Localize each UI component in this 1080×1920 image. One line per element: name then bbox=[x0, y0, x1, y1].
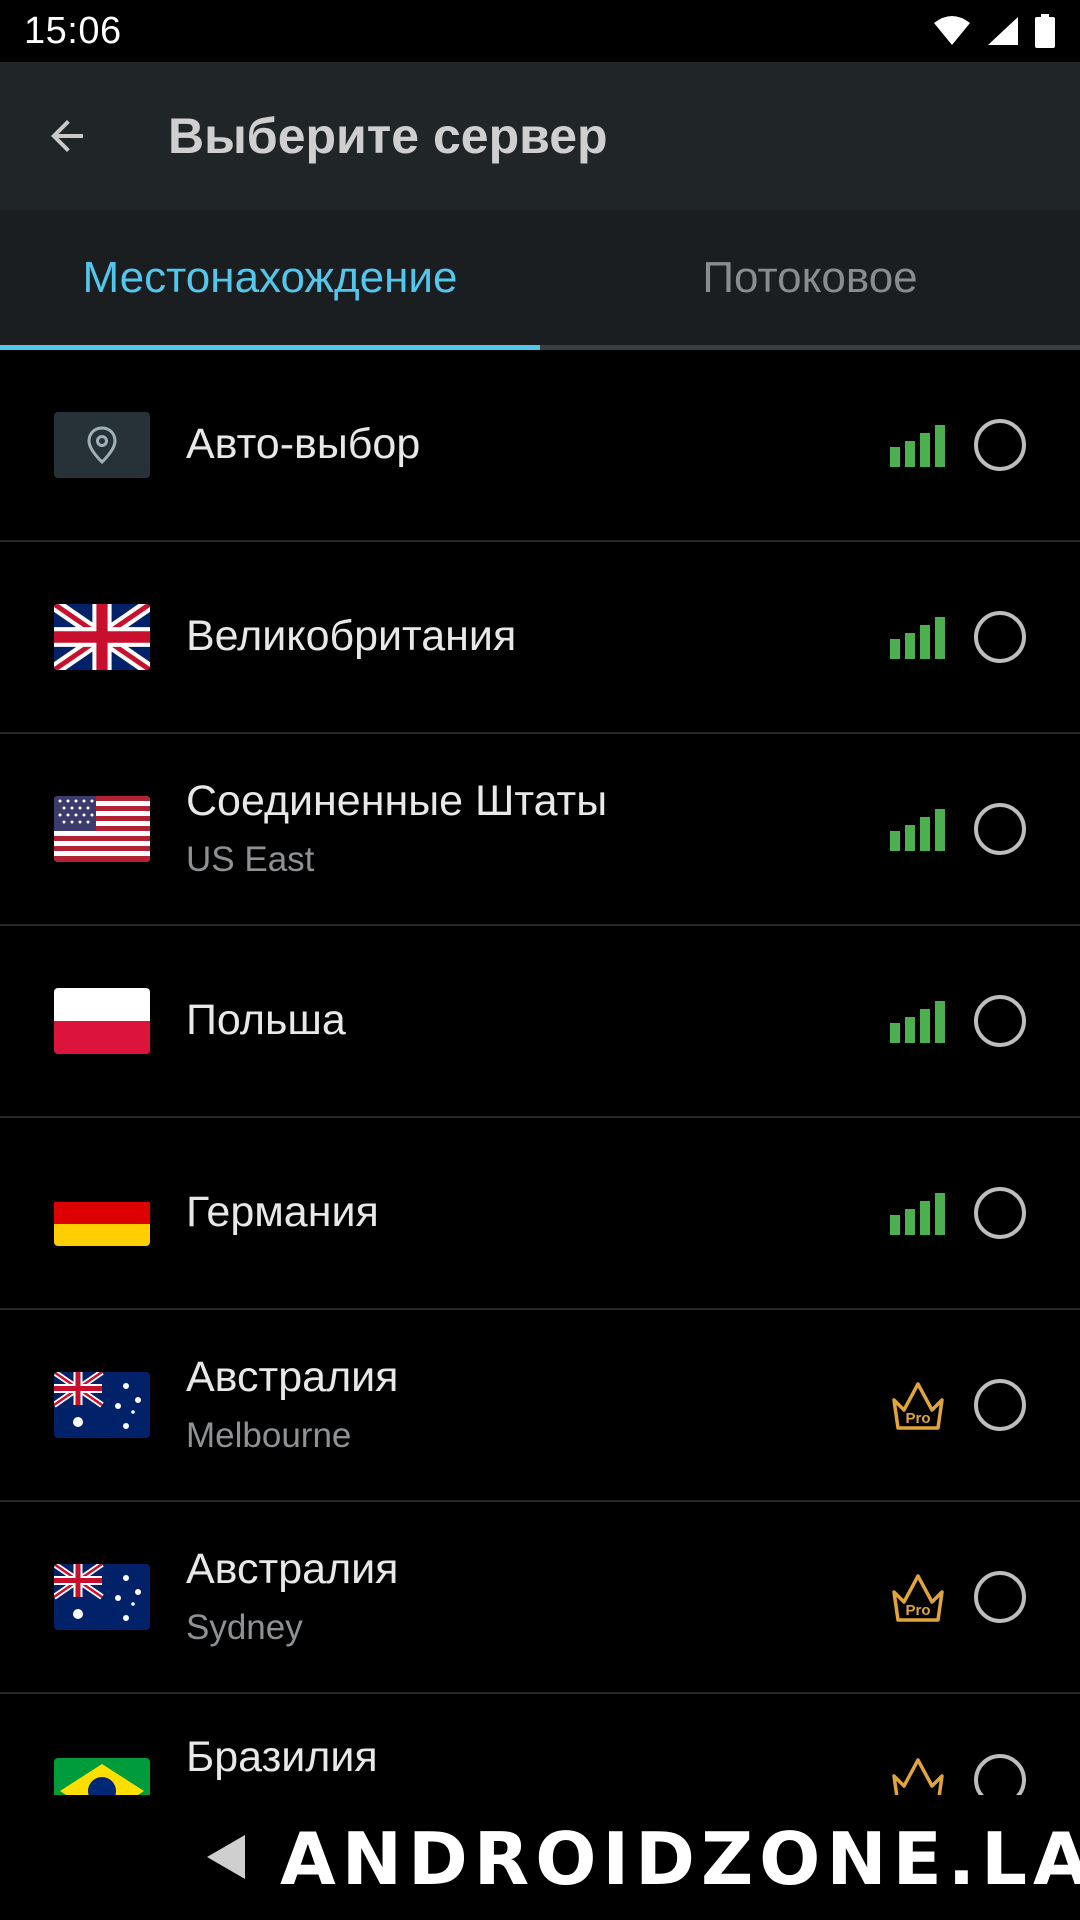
radio-button[interactable] bbox=[974, 995, 1026, 1047]
navigation-bar: ANDROIDZONE.LAT bbox=[0, 1795, 1080, 1920]
server-city: Melbourne bbox=[186, 1415, 352, 1455]
server-name: Соединенные Штаты bbox=[186, 777, 608, 826]
australia-flag-icon bbox=[54, 1564, 150, 1630]
tab-bar: Местонахождение Потоковое bbox=[0, 210, 1080, 350]
radio-button[interactable] bbox=[974, 419, 1026, 471]
server-name: Авто-выбор bbox=[186, 420, 421, 469]
server-text: Авто-выбор bbox=[186, 420, 890, 469]
server-name: Германия bbox=[186, 1188, 379, 1237]
poland-flag-icon bbox=[54, 988, 150, 1054]
radio-button[interactable] bbox=[974, 611, 1026, 663]
back-button[interactable] bbox=[22, 91, 112, 181]
server-row[interactable]: Австралия Sydney Pro bbox=[0, 1502, 1080, 1694]
signal-strength-icon bbox=[890, 809, 945, 851]
server-text: Польша bbox=[186, 996, 890, 1045]
status-time: 15:06 bbox=[24, 9, 122, 52]
radio-button[interactable] bbox=[974, 803, 1026, 855]
server-text: Австралия Melbourne bbox=[186, 1354, 888, 1455]
server-row[interactable]: Польша bbox=[0, 926, 1080, 1118]
signal-strength-icon bbox=[890, 617, 945, 659]
server-name: Бразилия bbox=[186, 1733, 378, 1781]
brazil-flag-icon bbox=[54, 1758, 150, 1795]
server-text: Соединенные Штаты US East bbox=[186, 778, 890, 879]
tab-streaming[interactable]: Потоковое bbox=[540, 210, 1080, 345]
nav-back-icon[interactable] bbox=[205, 1833, 247, 1881]
cell-signal-icon bbox=[988, 17, 1018, 45]
server-name: Австралия bbox=[186, 1545, 399, 1594]
australia-flag-icon bbox=[54, 1372, 150, 1438]
tab-location[interactable]: Местонахождение bbox=[0, 210, 540, 345]
server-row[interactable]: Бразилия bbox=[0, 1694, 1080, 1795]
arrow-back-icon bbox=[51, 120, 83, 152]
signal-strength-icon bbox=[890, 1001, 945, 1043]
server-text: Бразилия bbox=[186, 1733, 888, 1781]
radio-button[interactable] bbox=[974, 1187, 1026, 1239]
pro-crown-icon: Pro bbox=[892, 1574, 944, 1622]
germany-flag-icon bbox=[54, 1180, 150, 1246]
server-name: Польша bbox=[186, 996, 346, 1045]
server-text: Великобритания bbox=[186, 612, 890, 661]
pro-crown-icon bbox=[892, 1758, 944, 1795]
app-bar: Выберите сервер bbox=[0, 62, 1080, 210]
server-text: Австралия Sydney bbox=[186, 1546, 888, 1647]
server-text: Германия bbox=[186, 1188, 890, 1237]
server-city: US East bbox=[186, 839, 315, 879]
server-row[interactable]: Германия bbox=[0, 1118, 1080, 1310]
wifi-icon bbox=[934, 16, 970, 45]
radio-button[interactable] bbox=[974, 1754, 1026, 1795]
status-bar: 15:06 bbox=[0, 0, 1080, 62]
pro-badge-label: Pro bbox=[905, 1410, 930, 1427]
us-flag-icon bbox=[54, 796, 150, 862]
server-row[interactable]: Авто-выбор bbox=[0, 350, 1080, 542]
radio-button[interactable] bbox=[974, 1571, 1026, 1623]
server-name: Великобритания bbox=[186, 612, 517, 661]
server-city: Sydney bbox=[186, 1607, 303, 1647]
page-title: Выберите сервер bbox=[168, 108, 608, 164]
uk-flag-icon bbox=[54, 604, 150, 670]
server-row[interactable]: Австралия Melbourne Pro bbox=[0, 1310, 1080, 1502]
signal-strength-icon bbox=[890, 425, 945, 467]
battery-icon bbox=[1035, 14, 1055, 48]
server-row[interactable]: Соединенные Штаты US East bbox=[0, 734, 1080, 926]
radio-button[interactable] bbox=[974, 1379, 1026, 1431]
watermark: ANDROIDZONE.LAT bbox=[280, 1817, 1080, 1901]
screen: 15:06 Выберите сервер Местонахождение По… bbox=[0, 0, 1080, 1920]
location-pin-icon bbox=[54, 412, 150, 478]
signal-strength-icon bbox=[890, 1193, 945, 1235]
server-name: Австралия bbox=[186, 1353, 399, 1402]
pro-crown-icon: Pro bbox=[892, 1382, 944, 1430]
server-list: Авто-выбор Великобритания Соединенные Шт… bbox=[0, 350, 1080, 1795]
pro-badge-label: Pro bbox=[905, 1602, 930, 1619]
server-row[interactable]: Великобритания bbox=[0, 542, 1080, 734]
status-icons bbox=[932, 14, 1056, 48]
